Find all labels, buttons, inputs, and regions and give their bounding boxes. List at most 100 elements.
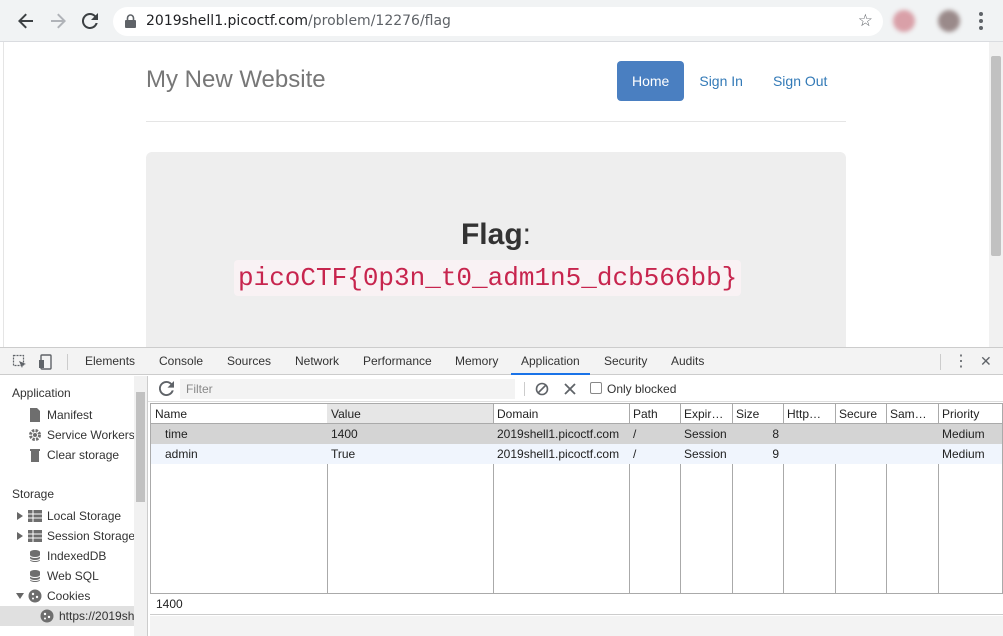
forward-arrow-icon	[51, 13, 66, 29]
nav-sign-in-link[interactable]: Sign In	[684, 61, 758, 101]
reload-icon	[82, 13, 98, 29]
tab-memory[interactable]: Memory	[454, 348, 499, 375]
cell-expires: Session	[684, 447, 727, 461]
cell-httponly	[783, 424, 835, 444]
tab-performance[interactable]: Performance	[362, 348, 433, 375]
column-header-samesite[interactable]: Sam…	[886, 404, 938, 424]
filter-input[interactable]	[180, 379, 515, 399]
clear-all-icon[interactable]	[535, 382, 549, 396]
bottom-status-strip	[150, 616, 1003, 636]
nav-sign-out-link[interactable]: Sign Out	[758, 61, 842, 101]
tab-security[interactable]: Security	[603, 348, 648, 375]
tab-sources[interactable]: Sources	[226, 348, 272, 375]
cell-samesite	[886, 424, 938, 444]
forward-button[interactable]	[46, 9, 70, 33]
reload-button[interactable]	[78, 9, 102, 33]
database-icon	[29, 550, 41, 562]
column-header-path[interactable]: Path	[629, 404, 680, 424]
sidebar-item-label: https://2019shell1.picoctf.com	[59, 609, 134, 623]
page-scrollbar[interactable]	[989, 42, 1003, 347]
sidebar-item-indexeddb[interactable]: IndexedDB	[0, 546, 134, 566]
sidebar-item-cookie-origin[interactable]: https://2019shell1.picoctf.com	[0, 606, 134, 626]
delete-selected-icon[interactable]	[564, 383, 576, 395]
cookie-table: Name Value Domain Path Expir… Size Http……	[150, 403, 1003, 594]
back-button[interactable]	[14, 9, 38, 33]
nav-home-link[interactable]: Home	[617, 61, 685, 101]
flag-panel: Flag: picoCTF{0p3n_t0_adm1n5_dcb566bb}	[146, 152, 846, 347]
trash-icon	[30, 449, 40, 462]
tab-audits[interactable]: Audits	[670, 348, 705, 375]
table-row[interactable]: time 1400 2019shell1.picoctf.com / Sessi…	[151, 424, 1002, 444]
browser-menu-icon[interactable]	[972, 10, 990, 32]
cookie-icon	[28, 589, 42, 603]
cell-value: 1400	[331, 427, 358, 441]
sidebar-item-label: Local Storage	[47, 509, 122, 523]
header-divider	[146, 121, 846, 122]
column-header-value[interactable]: Value	[327, 404, 493, 424]
application-sidebar: Application Manifest Service Workers Cle…	[0, 376, 148, 636]
column-header-priority[interactable]: Priority	[938, 404, 1002, 424]
tab-network[interactable]: Network	[294, 348, 340, 375]
expand-arrow-icon[interactable]	[17, 532, 23, 540]
cell-value: True	[331, 447, 356, 461]
collapse-arrow-icon[interactable]	[16, 593, 24, 599]
tab-console[interactable]: Console	[158, 348, 204, 375]
column-header-expires[interactable]: Expir…	[680, 404, 732, 424]
cell-path: /	[633, 427, 637, 441]
bookmark-star-icon[interactable]: ☆	[858, 11, 873, 31]
cell-secure	[835, 424, 886, 444]
refresh-icon[interactable]	[159, 381, 174, 396]
cell-httponly	[783, 444, 835, 464]
cookie-toolbar: Only blocked	[148, 376, 1003, 402]
sidebar-item-web-sql[interactable]: Web SQL	[0, 566, 134, 586]
expand-arrow-icon[interactable]	[17, 512, 23, 520]
cell-size: 9	[772, 447, 779, 461]
sidebar-item-label: Manifest	[47, 408, 93, 422]
database-icon	[29, 570, 41, 582]
sidebar-item-local-storage[interactable]: Local Storage	[0, 506, 134, 526]
site-nav: Home Sign In Sign Out	[617, 61, 842, 101]
cookie-value-text: 1400	[156, 597, 183, 611]
lock-icon	[125, 14, 136, 28]
sidebar-scrollbar-thumb[interactable]	[136, 392, 145, 502]
cell-expires: Session	[684, 427, 727, 441]
extension-icon[interactable]	[893, 10, 915, 32]
page-scrollbar-thumb[interactable]	[991, 56, 1001, 256]
cookie-value-preview: 1400	[150, 594, 1003, 615]
cell-priority: Medium	[942, 447, 985, 461]
url-host: 2019shell1.picoctf.com	[146, 13, 309, 29]
device-toolbar-icon[interactable]	[38, 354, 54, 370]
sidebar-heading-storage: Storage	[12, 487, 55, 501]
flag-value: picoCTF{0p3n_t0_adm1n5_dcb566bb}	[234, 260, 742, 296]
grid-icon	[28, 530, 42, 542]
inspect-element-icon[interactable]	[12, 354, 28, 370]
document-icon	[30, 408, 40, 422]
sidebar-scrollbar[interactable]	[134, 376, 147, 636]
column-header-domain[interactable]: Domain	[493, 404, 629, 424]
sidebar-item-label: Clear storage	[47, 448, 120, 462]
cell-name: admin	[165, 447, 198, 461]
column-header-httponly[interactable]: Http…	[783, 404, 835, 424]
profile-avatar-icon[interactable]	[938, 10, 960, 32]
tab-elements[interactable]: Elements	[84, 348, 136, 375]
column-header-size[interactable]: Size	[732, 404, 783, 424]
only-blocked-checkbox[interactable]	[590, 382, 602, 394]
close-devtools-icon[interactable]: ✕	[980, 353, 992, 370]
table-row[interactable]: admin True 2019shell1.picoctf.com / Sess…	[151, 444, 1002, 464]
flag-heading: Flag:	[146, 218, 846, 252]
devtools-menu-icon[interactable]: ⋮	[953, 351, 969, 371]
sidebar-item-clear-storage[interactable]: Clear storage	[0, 445, 134, 465]
sidebar-item-service-workers[interactable]: Service Workers	[0, 425, 134, 445]
only-blocked-label: Only blocked	[607, 382, 677, 396]
address-bar[interactable]: 2019shell1.picoctf.com/problem/12276/fla…	[113, 7, 883, 36]
sidebar-item-manifest[interactable]: Manifest	[0, 405, 134, 425]
sidebar-item-cookies[interactable]: Cookies	[0, 586, 134, 606]
devtools-panel: Elements Console Sources Network Perform…	[0, 347, 1003, 636]
browser-toolbar: 2019shell1.picoctf.com/problem/12276/fla…	[0, 0, 1003, 42]
column-header-secure[interactable]: Secure	[835, 404, 886, 424]
cell-size: 8	[772, 427, 779, 441]
sidebar-item-session-storage[interactable]: Session Storage	[0, 526, 134, 546]
tab-application[interactable]: Application	[511, 348, 590, 375]
column-header-name[interactable]: Name	[151, 404, 327, 424]
gear-icon	[29, 429, 41, 441]
